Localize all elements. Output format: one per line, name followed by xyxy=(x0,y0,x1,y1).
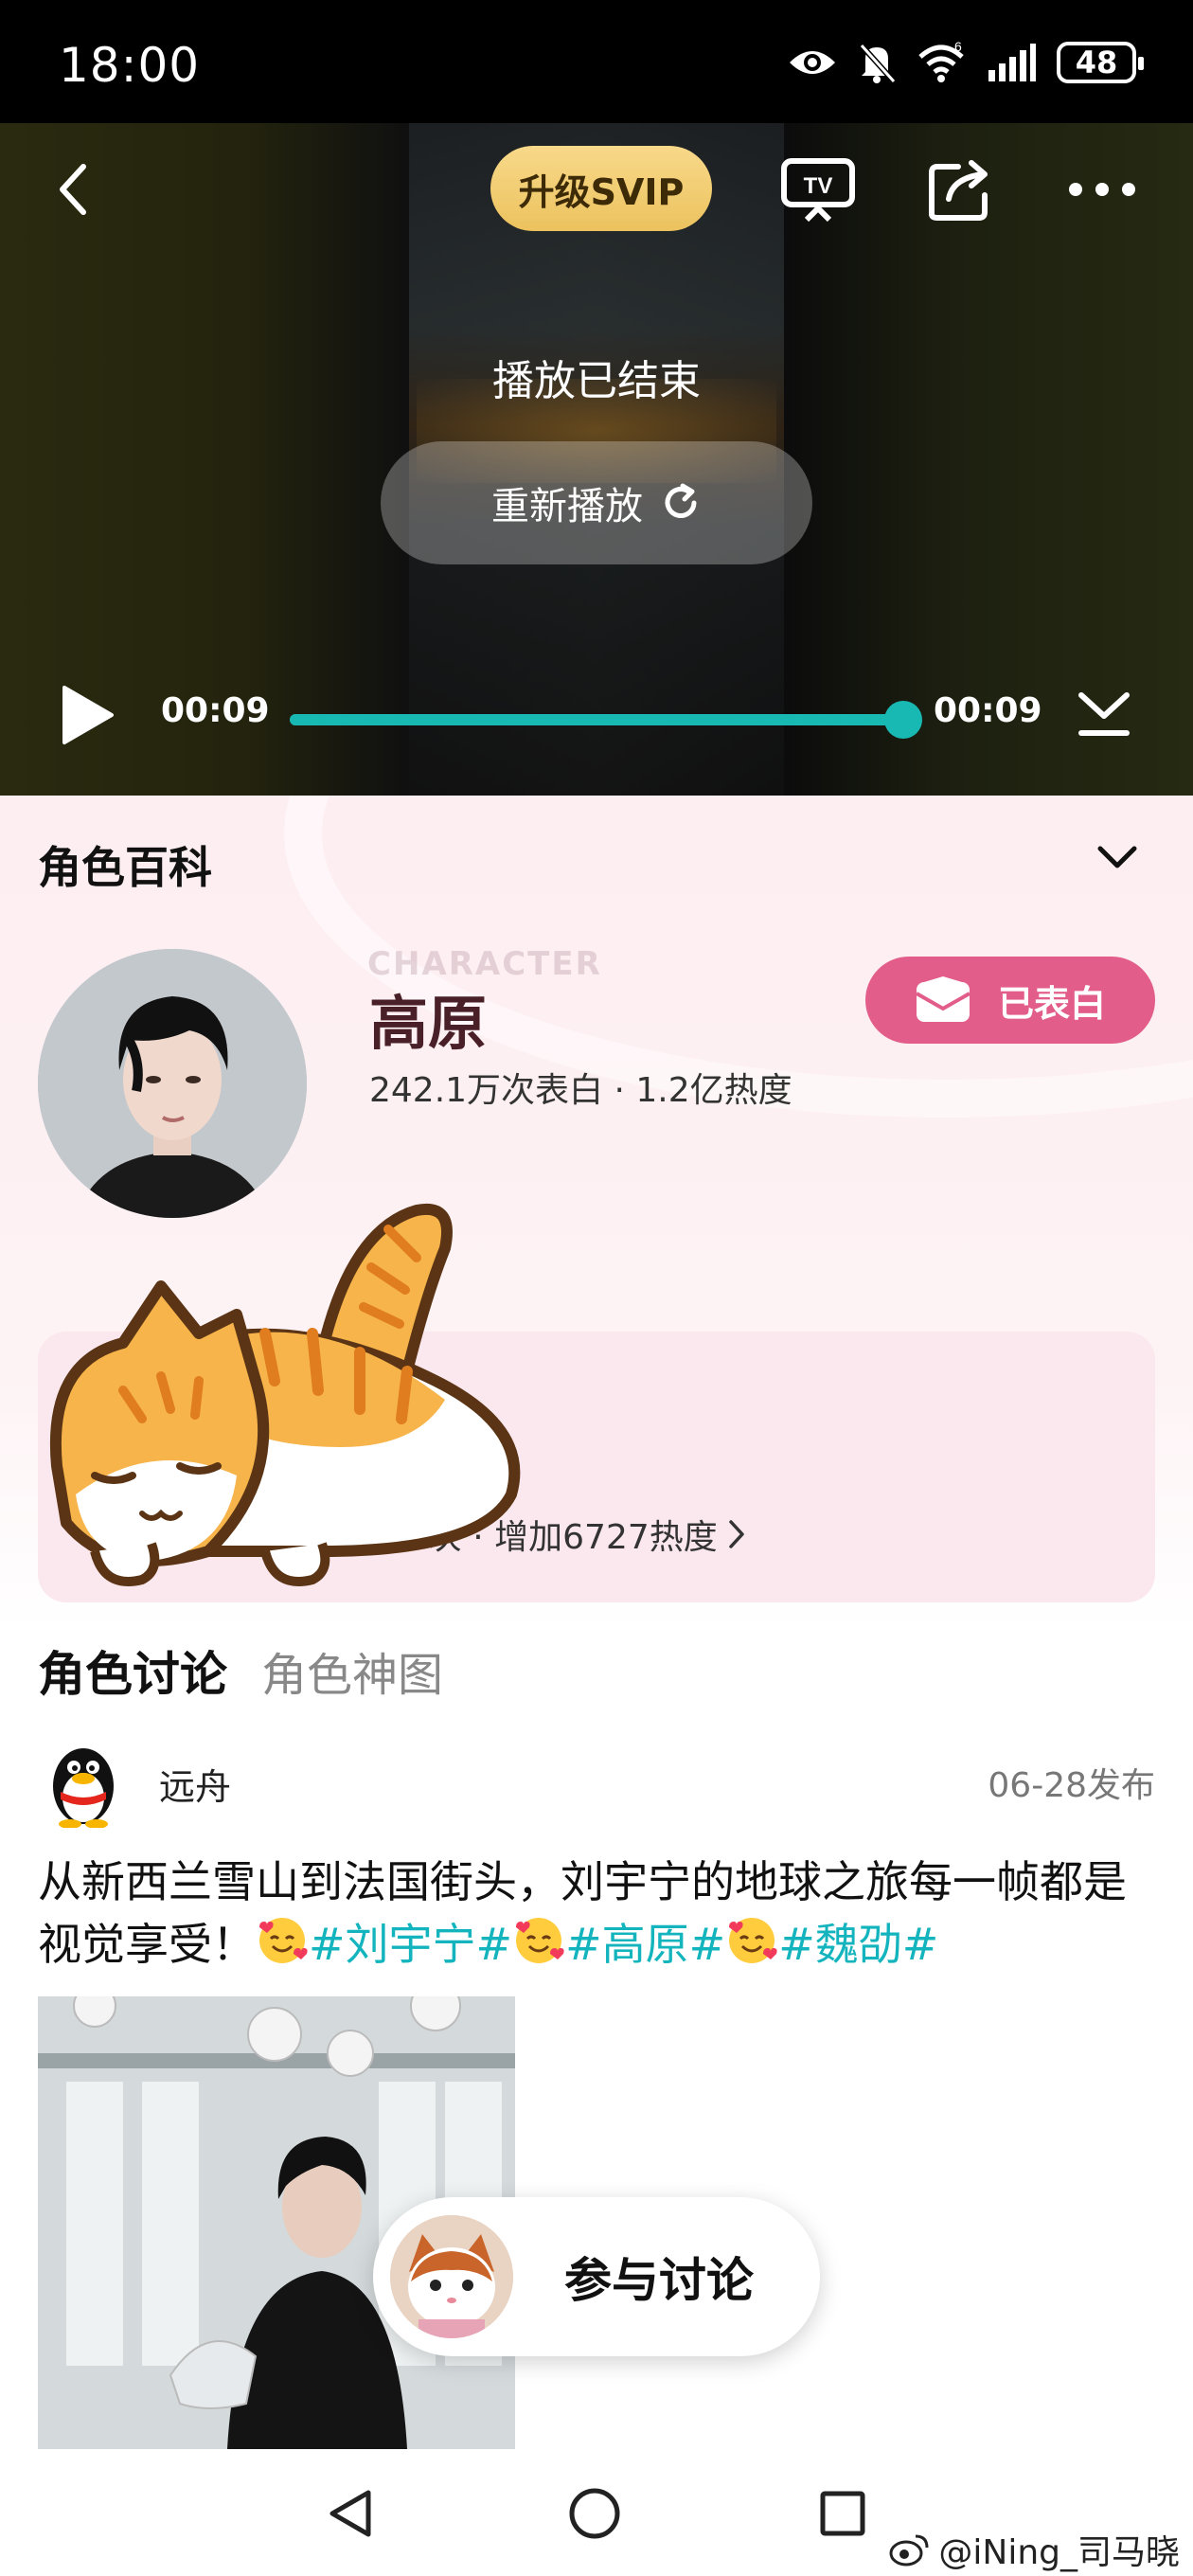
collapse-down-icon xyxy=(1078,692,1130,736)
discussion-tabs: 角色讨论 角色神图 xyxy=(38,1637,443,1705)
character-stats: 242.1万次表白 · 1.2亿热度 xyxy=(369,1071,792,1110)
tv-cast-icon: TV xyxy=(781,158,855,223)
video-player[interactable]: 升级SVIP TV 播放已结束 重新播放 00:09 00:09 xyxy=(0,123,1193,796)
cat-avatar xyxy=(390,2215,513,2338)
envelope-icon xyxy=(915,976,970,1022)
bell-muted-icon xyxy=(859,43,896,83)
tab-character-discussion[interactable]: 角色讨论 xyxy=(38,1637,227,1705)
cast-tv-button[interactable]: TV xyxy=(780,155,856,224)
character-portrait xyxy=(38,949,307,1218)
post-username[interactable]: 远舟 xyxy=(159,1758,231,1810)
post-date: 06-28发布 xyxy=(988,1766,1155,1805)
progress-fill xyxy=(290,714,903,725)
back-button[interactable] xyxy=(45,161,102,218)
chevron-right-icon xyxy=(729,1520,744,1548)
wifi-icon: 6 xyxy=(918,42,964,82)
play-button[interactable] xyxy=(57,682,117,748)
square-recents-icon xyxy=(820,2491,865,2536)
back-arrow-icon xyxy=(60,164,86,215)
nav-home-button[interactable] xyxy=(566,2485,623,2542)
wiki-title: 角色百科 xyxy=(38,842,212,893)
more-dots-icon xyxy=(1069,183,1135,196)
character-avatar[interactable] xyxy=(38,949,307,1218)
triangle-back-icon xyxy=(329,2490,371,2537)
svg-text:TV: TV xyxy=(804,173,833,199)
replay-icon xyxy=(665,483,697,518)
svg-text:6: 6 xyxy=(954,42,962,54)
sleeping-cat-sticker xyxy=(49,1203,521,1586)
chevron-down-icon xyxy=(1097,846,1137,868)
join-discussion-button[interactable]: 参与讨论 xyxy=(373,2197,820,2356)
status-icons: 6 48 xyxy=(788,42,1144,83)
upgrade-svip-button[interactable]: 升级SVIP xyxy=(490,146,712,231)
more-button[interactable] xyxy=(1068,170,1136,208)
share-button[interactable] xyxy=(926,155,994,224)
watermark-text: @iNing_司马晓 xyxy=(938,2533,1180,2572)
current-time: 00:09 xyxy=(161,691,270,730)
join-discussion-label: 参与讨论 xyxy=(564,2253,754,2308)
total-time: 00:09 xyxy=(934,691,1042,730)
weibo-watermark: @iNing_司马晓 xyxy=(889,2525,1180,2574)
hashtag-gaoyuan[interactable]: #高原# xyxy=(565,1919,725,1970)
progress-thumb[interactable] xyxy=(884,701,922,739)
hashtag-weishao[interactable]: #魏劭# xyxy=(778,1919,938,1970)
nav-back-button[interactable] xyxy=(322,2485,379,2542)
character-name: 高原 xyxy=(369,989,488,1058)
collapse-button[interactable] xyxy=(1076,688,1132,741)
battery-icon: 48 xyxy=(1057,42,1144,83)
replay-button[interactable]: 重新播放 xyxy=(381,441,812,564)
system-nav-bar: @iNing_司马晓 xyxy=(0,2451,1193,2576)
share-icon xyxy=(929,160,988,221)
smiling-hearts-emoji-icon xyxy=(516,1918,564,1963)
replay-label: 重新播放 xyxy=(491,485,643,528)
nav-recents-button[interactable] xyxy=(816,2487,869,2540)
status-time: 18:00 xyxy=(59,38,201,93)
confess-button[interactable]: 已表白 xyxy=(865,957,1155,1044)
playback-ended-text: 播放已结束 xyxy=(492,357,701,405)
smiling-hearts-emoji-icon xyxy=(729,1918,777,1963)
tab-character-images[interactable]: 角色神图 xyxy=(261,1637,443,1704)
weibo-logo-icon xyxy=(889,2534,929,2567)
signal-icon xyxy=(988,44,1036,81)
hashtag-liuyuning[interactable]: #刘宇宁# xyxy=(309,1919,512,1970)
progress-bar[interactable] xyxy=(290,701,922,739)
confess-label: 已表白 xyxy=(997,982,1106,1025)
post-text[interactable]: 从新西兰雪山到法国街头，刘宇宁的地球之旅每一帧都是视觉享受！ #刘宇宁# #高原# #… xyxy=(38,1851,1165,1976)
wiki-expand-button[interactable] xyxy=(1096,843,1138,875)
smiling-hearts-emoji-icon xyxy=(259,1918,308,1963)
eye-icon xyxy=(790,51,835,74)
play-icon xyxy=(62,686,114,744)
status-bar: 18:00 6 48 xyxy=(0,0,1193,123)
circle-home-icon xyxy=(569,2488,620,2539)
user-avatar-penguin[interactable] xyxy=(38,1737,129,1828)
